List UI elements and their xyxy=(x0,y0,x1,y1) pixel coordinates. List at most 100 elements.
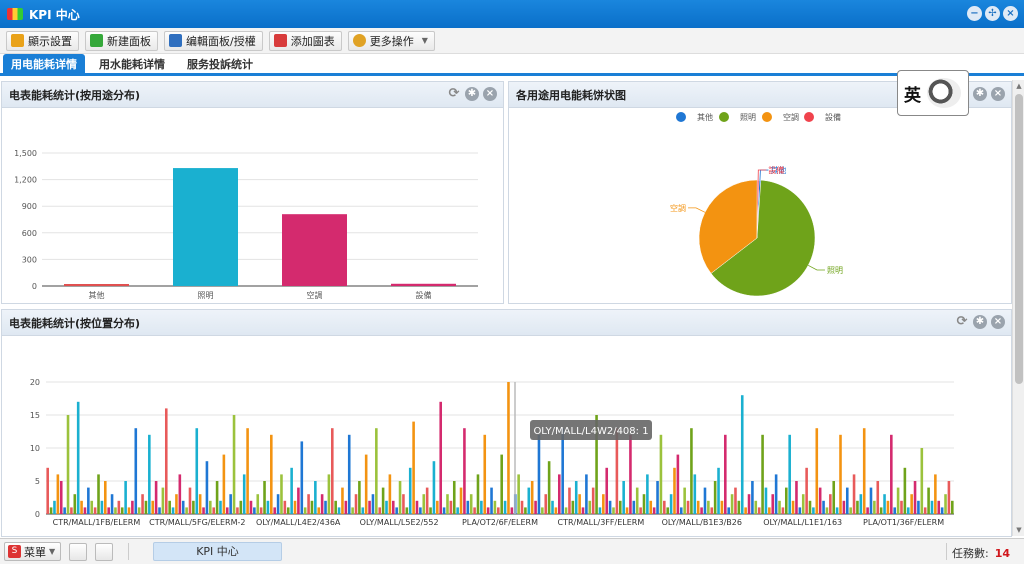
gear-icon[interactable]: ✱ xyxy=(973,315,987,329)
more-actions-button[interactable]: 更多操作 ▼ xyxy=(347,30,435,51)
bar xyxy=(134,428,138,514)
bar xyxy=(398,481,402,514)
bar xyxy=(425,487,429,514)
close-icon[interactable]: × xyxy=(991,87,1005,101)
y-tick-label: 900 xyxy=(22,202,37,211)
y-tick-label: 300 xyxy=(22,255,37,264)
bar xyxy=(273,507,276,514)
legend-label: 設備 xyxy=(825,112,841,122)
x-tick-label: PLA/OT1/36F/ELERM xyxy=(863,518,944,527)
x-tick-label: OLY/MALL/L4E2/436A xyxy=(256,518,341,527)
bar xyxy=(358,481,361,514)
minimize-icon[interactable]: − xyxy=(967,6,982,21)
bar xyxy=(154,481,158,514)
bar xyxy=(896,487,900,514)
bar xyxy=(866,507,869,514)
ime-badge[interactable]: 英 xyxy=(897,70,969,116)
bar xyxy=(822,500,825,514)
bar xyxy=(314,481,317,514)
refresh-icon[interactable]: ⟳ xyxy=(955,315,969,329)
bar xyxy=(906,507,910,514)
bar xyxy=(391,500,395,514)
bar xyxy=(229,494,232,514)
bar xyxy=(734,487,737,514)
scroll-up-icon[interactable]: ▲ xyxy=(1013,80,1024,92)
bar xyxy=(368,500,371,514)
dog-mascot-icon xyxy=(927,78,961,108)
tab-electricity-details[interactable]: 用电能耗详情 xyxy=(3,54,85,73)
scroll-down-icon[interactable]: ▼ xyxy=(1013,524,1024,536)
add-chart-icon xyxy=(273,34,287,47)
bar xyxy=(693,474,697,514)
bar xyxy=(873,500,876,514)
tab-water-details[interactable]: 用水能耗详情 xyxy=(91,54,173,73)
bar xyxy=(446,494,449,514)
bar xyxy=(436,500,439,514)
desktop-icon[interactable] xyxy=(69,542,88,561)
refresh-icon[interactable]: ⟳ xyxy=(447,87,461,101)
bar xyxy=(635,487,639,514)
gear-icon[interactable]: ✱ xyxy=(973,87,987,101)
new-panel-button[interactable]: 新建面板 xyxy=(85,30,158,51)
taskbar-item-kpi[interactable]: KPI 中心 xyxy=(153,542,282,561)
panel-title: 电表能耗统计(按位置分布) xyxy=(9,316,141,330)
bar xyxy=(727,507,730,514)
bar xyxy=(53,500,56,514)
bar xyxy=(297,487,300,514)
bar xyxy=(103,481,107,514)
start-menu-button[interactable]: S 菜單 ▼ xyxy=(4,542,62,561)
location-bar-chart: 0 5 10 15 20 CTR/MALL/1FB/ELERM CTR/MALL/5FG/E… xyxy=(30,378,954,527)
bar xyxy=(574,481,578,514)
display-settings-button[interactable]: 顯示設置 xyxy=(6,30,79,51)
bar-chart: 0 300 600 900 1,200 1,500 其他 照明 空調 設備 xyxy=(14,149,478,300)
package-icon[interactable] xyxy=(95,542,114,561)
bar xyxy=(173,168,238,286)
close-icon[interactable]: × xyxy=(483,87,497,101)
bar xyxy=(818,487,822,514)
x-tick-label: OLY/MALL/L1E1/163 xyxy=(763,518,842,527)
bar xyxy=(778,500,781,514)
bar xyxy=(774,474,778,514)
bar xyxy=(679,507,683,514)
bar xyxy=(605,467,609,514)
bar xyxy=(940,507,944,514)
vertical-scrollbar[interactable]: ▲ ▼ xyxy=(1012,80,1024,536)
bar xyxy=(815,428,819,514)
bar xyxy=(890,434,893,514)
close-icon[interactable]: × xyxy=(1003,6,1018,21)
x-tick-label: CTR/MALL/1FB/ELERM xyxy=(53,518,141,527)
bar xyxy=(849,507,852,514)
bar xyxy=(883,494,886,514)
bar xyxy=(473,507,476,514)
bar xyxy=(920,448,924,514)
y-tick-label: 600 xyxy=(22,229,37,238)
bar xyxy=(100,500,104,514)
bar xyxy=(93,507,97,514)
y-tick-label: 10 xyxy=(30,444,40,453)
bar xyxy=(480,500,483,514)
bar xyxy=(469,494,473,514)
bar xyxy=(46,467,49,514)
bar xyxy=(541,507,544,514)
chevron-down-icon: ▼ xyxy=(421,36,428,45)
bar xyxy=(795,481,798,514)
bar xyxy=(761,434,764,514)
bar xyxy=(585,474,588,514)
close-icon[interactable]: × xyxy=(991,315,1005,329)
bar xyxy=(63,507,66,514)
add-chart-button[interactable]: 添加圖表 xyxy=(268,30,342,51)
bar xyxy=(378,507,382,514)
bar xyxy=(754,500,758,514)
tab-bar: 用电能耗详情 用水能耗详情 服务投訴统计 xyxy=(0,54,1024,76)
bar xyxy=(449,500,453,514)
scrollbar-thumb[interactable] xyxy=(1015,94,1023,384)
bar xyxy=(320,494,324,514)
legend-marker xyxy=(676,112,686,122)
bar xyxy=(456,507,459,514)
bar xyxy=(686,500,690,514)
gear-icon[interactable]: ✱ xyxy=(465,87,479,101)
bar xyxy=(730,494,734,514)
tab-complaint-stats[interactable]: 服务投訴统计 xyxy=(179,54,261,73)
restore-icon[interactable]: ✢ xyxy=(985,6,1000,21)
edit-panel-button[interactable]: 编輯面板/授權 xyxy=(164,30,263,51)
